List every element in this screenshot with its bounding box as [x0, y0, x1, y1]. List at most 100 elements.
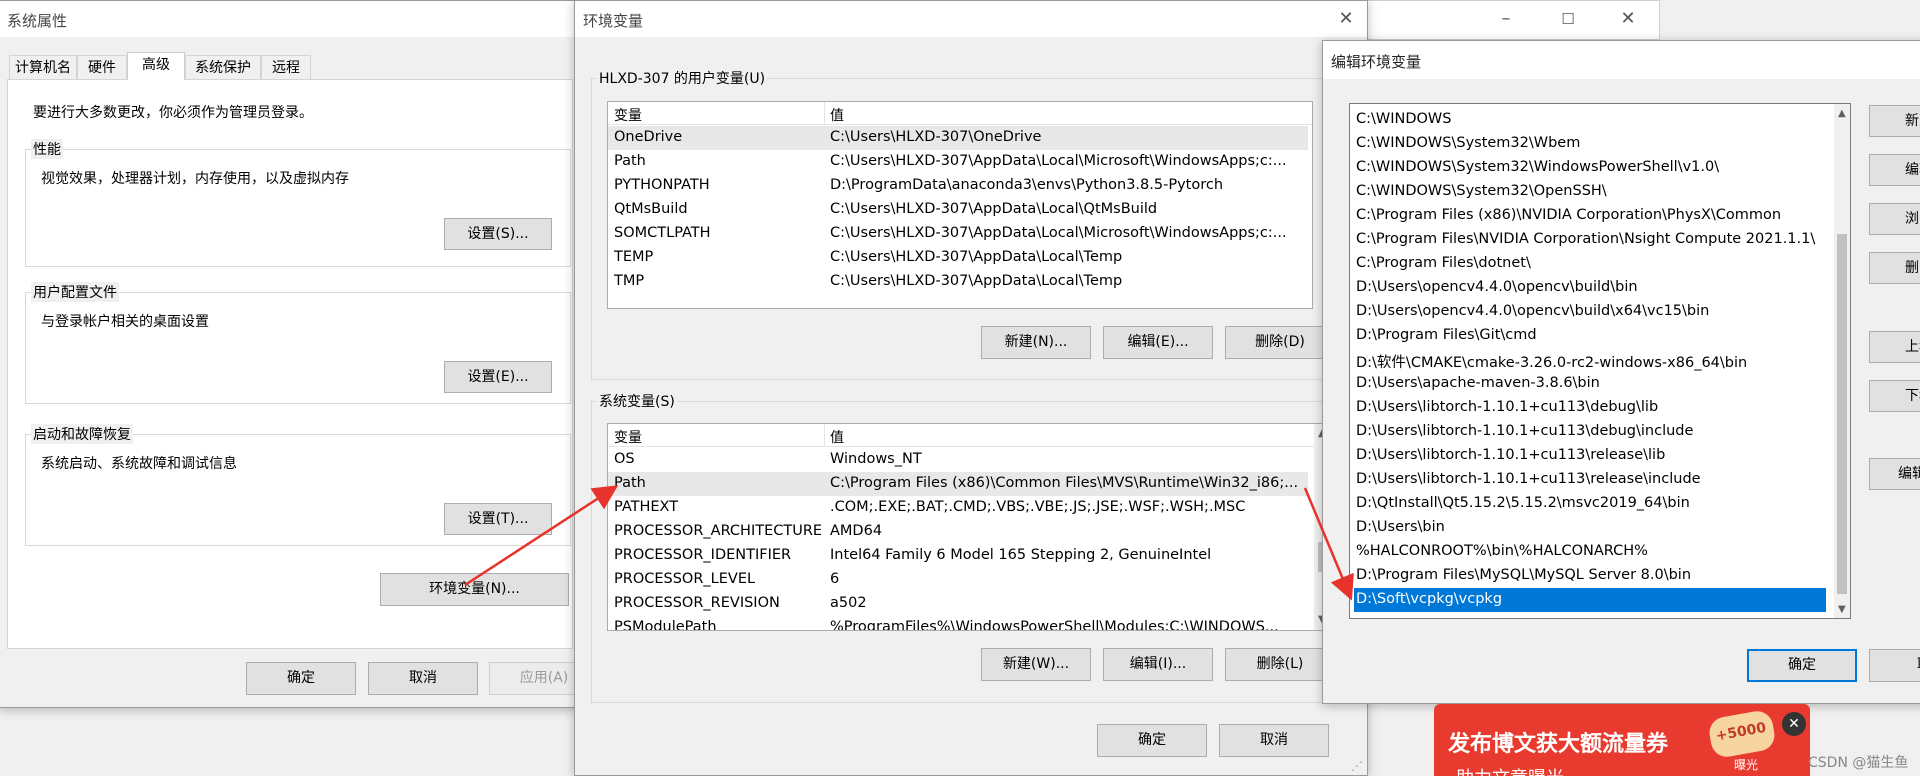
list-item[interactable]: D:\Users\libtorch-1.10.1+cu113\debug\inc…: [1354, 420, 1826, 444]
list-item[interactable]: C:\Program Files (x86)\NVIDIA Corporatio…: [1354, 204, 1826, 228]
table-row[interactable]: PSModulePath %ProgramFiles%\WindowsPowerS…: [608, 616, 1308, 630]
column-header-value[interactable]: 值: [830, 105, 844, 125]
environment-variables-titlebar[interactable]: 环境变量 ✕: [575, 1, 1367, 37]
table-row[interactable]: Path C:\Users\HLXD-307\AppData\Local\Micr…: [608, 150, 1308, 174]
table-row[interactable]: PATHEXT .COM;.EXE;.BAT;.CMD;.VBS;.VBE;.JS…: [608, 496, 1308, 520]
table-row[interactable]: PROCESSOR_LEVEL 6: [608, 568, 1308, 592]
edit-ok-button[interactable]: 确定: [1747, 649, 1857, 682]
tab-hardware[interactable]: 硬件: [77, 55, 127, 79]
path-entry-text: D:\Users\apache-maven-3.8.6\bin: [1356, 375, 1600, 391]
move-up-button[interactable]: 上移: [1869, 331, 1920, 363]
table-row[interactable]: TMP C:\Users\HLXD-307\AppData\Local\Temp: [608, 270, 1308, 294]
edit-cancel-button[interactable]: 取: [1869, 649, 1920, 682]
promo-banner[interactable]: 发布博文获大额流量券 +5000 曝光 助力文章曝光: [1434, 704, 1810, 776]
list-item[interactable]: D:\QtInstall\Qt5.15.2\5.15.2\msvc2019_64…: [1354, 492, 1826, 516]
scroll-up-icon[interactable]: ▲: [1838, 108, 1846, 119]
resize-grip-icon[interactable]: ⋰: [1351, 759, 1363, 773]
table-row[interactable]: OS Windows_NT: [608, 448, 1308, 472]
scrollbar-thumb[interactable]: [1837, 234, 1847, 594]
system-new-button[interactable]: 新建(W)...: [981, 648, 1091, 681]
user-profile-label: 用户配置文件: [31, 282, 119, 302]
entry-new-button[interactable]: 新建: [1869, 105, 1920, 137]
list-item[interactable]: C:\WINDOWS\System32\OpenSSH\: [1354, 180, 1826, 204]
column-header-variable[interactable]: 变量: [614, 427, 642, 447]
list-item[interactable]: C:\Program Files\dotnet\: [1354, 252, 1826, 276]
edit-env-titlebar[interactable]: 编辑环境变量: [1323, 41, 1920, 79]
table-row[interactable]: QtMsBuild C:\Users\HLXD-307\AppData\Local…: [608, 198, 1308, 222]
edit-text-button[interactable]: 编辑文: [1869, 458, 1920, 490]
user-new-button[interactable]: 新建(N)...: [981, 326, 1091, 359]
table-row[interactable]: Path C:\Program Files (x86)\Common Files\…: [608, 472, 1308, 496]
user-profile-settings-button[interactable]: 设置(E)...: [444, 361, 552, 393]
list-item[interactable]: C:\WINDOWS\System32\Wbem: [1354, 132, 1826, 156]
table-row[interactable]: OneDrive C:\Users\HLXD-307\OneDrive: [608, 126, 1308, 150]
entry-edit-button[interactable]: 编辑: [1869, 154, 1920, 186]
ok-button[interactable]: 确定: [246, 662, 356, 695]
close-icon[interactable]: ✕: [1323, 1, 1367, 37]
table-row[interactable]: SOMCTLPATH C:\Users\HLXD-307\AppData\Loca…: [608, 222, 1308, 246]
path-entry-text: D:\Users\libtorch-1.10.1+cu113\debug\lib: [1356, 399, 1659, 415]
column-header-value[interactable]: 值: [830, 427, 844, 447]
entry-browse-button[interactable]: 浏览: [1869, 203, 1920, 235]
table-row[interactable]: PROCESSOR_IDENTIFIER Intel64 Family 6 Mod…: [608, 544, 1308, 568]
path-entry-text: C:\WINDOWS\System32\WindowsPowerShell\v1…: [1356, 159, 1720, 175]
entry-delete-button[interactable]: 删除: [1869, 252, 1920, 284]
environment-variables-button[interactable]: 环境变量(N)...: [380, 573, 569, 606]
list-item[interactable]: C:\Program Files\NVIDIA Corporation\Nsig…: [1354, 228, 1826, 252]
variable-value: C:\Program Files (x86)\Common Files\MVS\…: [830, 475, 1299, 491]
list-item[interactable]: D:\Program Files\Git\cmd: [1354, 324, 1826, 348]
list-item[interactable]: D:\软件\CMAKE\cmake-3.26.0-rc2-windows-x86…: [1354, 348, 1826, 372]
variable-value: C:\Users\HLXD-307\AppData\Local\Microsof…: [830, 153, 1287, 169]
performance-desc: 视觉效果，处理器计划，内存使用，以及虚拟内存: [41, 171, 349, 187]
list-item[interactable]: D:\Users\apache-maven-3.8.6\bin: [1354, 372, 1826, 396]
list-item[interactable]: %HALCONROOT%\bin\%HALCONARCH%: [1354, 540, 1826, 564]
close-icon[interactable]: ✕: [1605, 1, 1651, 37]
table-row[interactable]: PYTHONPATH D:\ProgramData\anaconda3\envs\…: [608, 174, 1308, 198]
path-entries-list[interactable]: C:\WINDOWS C:\WINDOWS\System32\Wbem C:\WIN…: [1349, 103, 1851, 619]
system-properties-titlebar[interactable]: 系统属性: [0, 1, 579, 37]
list-item[interactable]: D:\Soft\vcpkg\vcpkg: [1354, 588, 1826, 612]
close-icon[interactable]: ✕: [1782, 712, 1806, 736]
tab-computer-name[interactable]: 计算机名: [9, 55, 77, 79]
list-item[interactable]: D:\Users\libtorch-1.10.1+cu113\debug\lib: [1354, 396, 1826, 420]
list-item[interactable]: D:\Users\libtorch-1.10.1+cu113\release\i…: [1354, 468, 1826, 492]
promo-badge: +5000: [1707, 708, 1777, 760]
entries-scrollbar[interactable]: ▲ ▼: [1834, 104, 1850, 618]
startup-settings-button[interactable]: 设置(T)...: [444, 503, 552, 535]
list-item[interactable]: D:\Users\bin: [1354, 516, 1826, 540]
system-variables-list[interactable]: 变量 值 OS Windows_NT Path C:\Program Files (…: [607, 423, 1331, 631]
user-delete-button[interactable]: 删除(D): [1225, 326, 1335, 359]
edit-environment-variable-dialog: 编辑环境变量 C:\WINDOWS C:\WINDOWS\System32\Wbe…: [1322, 40, 1920, 704]
user-variables-list[interactable]: 变量 值 OneDrive C:\Users\HLXD-307\OneDrive …: [607, 101, 1313, 309]
tab-system-protection[interactable]: 系统保护: [185, 55, 261, 79]
promo-badge-value: +5000: [1714, 719, 1768, 745]
table-row[interactable]: PROCESSOR_ARCHITECTURE AMD64: [608, 520, 1308, 544]
system-edit-button[interactable]: 编辑(I)...: [1103, 648, 1213, 681]
minimize-icon[interactable]: –: [1483, 1, 1529, 37]
variable-value: Intel64 Family 6 Model 165 Stepping 2, G…: [830, 547, 1212, 563]
background-window: – ☐ ✕: [1360, 0, 1660, 40]
list-item[interactable]: D:\Users\libtorch-1.10.1+cu113\release\l…: [1354, 444, 1826, 468]
path-entry-text: C:\Program Files\NVIDIA Corporation\Nsig…: [1356, 231, 1816, 247]
env-cancel-button[interactable]: 取消: [1219, 724, 1329, 757]
list-item[interactable]: C:\WINDOWS\System32\WindowsPowerShell\v1…: [1354, 156, 1826, 180]
move-down-button[interactable]: 下移: [1869, 380, 1920, 412]
list-item[interactable]: C:\WINDOWS: [1354, 108, 1826, 132]
performance-settings-button[interactable]: 设置(S)...: [444, 218, 552, 250]
maximize-icon[interactable]: ☐: [1545, 1, 1591, 37]
apply-button[interactable]: 应用(A): [489, 662, 579, 695]
list-item[interactable]: D:\Program Files\MySQL\MySQL Server 8.0\…: [1354, 564, 1826, 588]
tab-advanced[interactable]: 高级: [127, 52, 185, 80]
watermark: CSDN @猫生鱼: [1808, 755, 1909, 771]
table-row[interactable]: TEMP C:\Users\HLXD-307\AppData\Local\Temp: [608, 246, 1308, 270]
system-delete-button[interactable]: 删除(L): [1225, 648, 1335, 681]
list-item[interactable]: D:\Users\opencv4.4.0\opencv\build\bin: [1354, 276, 1826, 300]
user-edit-button[interactable]: 编辑(E)...: [1103, 326, 1213, 359]
list-item[interactable]: D:\Users\opencv4.4.0\opencv\build\x64\vc…: [1354, 300, 1826, 324]
scroll-down-icon[interactable]: ▼: [1838, 604, 1846, 615]
cancel-button[interactable]: 取消: [368, 662, 478, 695]
tab-remote[interactable]: 远程: [261, 55, 311, 79]
column-header-variable[interactable]: 变量: [614, 105, 642, 125]
env-ok-button[interactable]: 确定: [1097, 724, 1207, 757]
table-row[interactable]: PROCESSOR_REVISION a502: [608, 592, 1308, 616]
